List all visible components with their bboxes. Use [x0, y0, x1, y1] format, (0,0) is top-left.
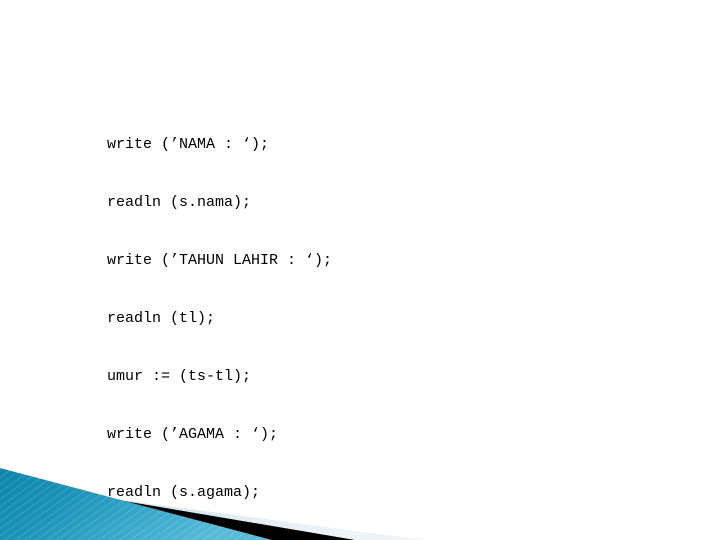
- code-line: write (’NAMA : ‘);: [107, 135, 270, 153]
- code-line: write (’AGAMA : ‘);: [107, 425, 279, 443]
- slide-canvas: write (’NAMA : ‘); readln (s.nama); writ…: [0, 0, 720, 540]
- code-block: write (’NAMA : ‘); readln (s.nama); writ…: [107, 96, 707, 540]
- code-line: write (’TAHUN LAHIR : ‘);: [107, 251, 333, 269]
- code-line: umur := (ts-tl);: [107, 367, 252, 385]
- code-line: readln (s.agama);: [107, 483, 261, 501]
- code-line: readln (s.nama);: [107, 193, 252, 211]
- code-line: readln (tl);: [107, 309, 216, 327]
